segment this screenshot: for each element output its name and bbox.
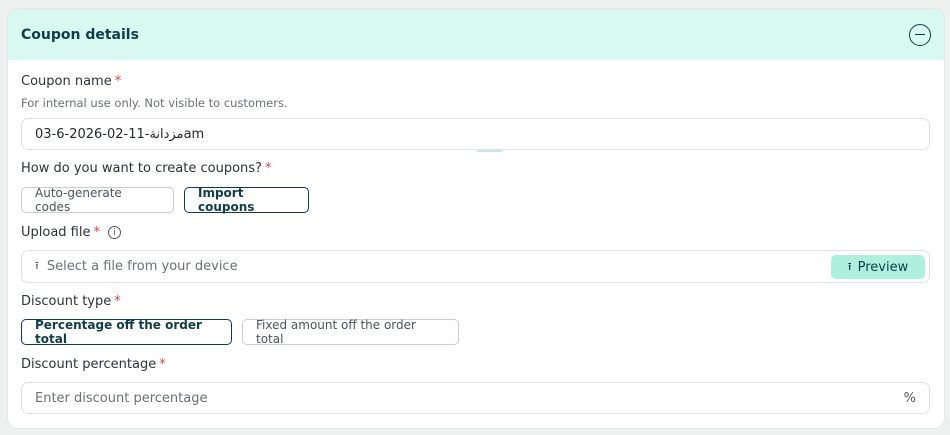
card-header: Coupon details: [8, 9, 944, 60]
required-mark: *: [264, 161, 272, 176]
auto-generate-codes-option[interactable]: Auto-generate codes: [21, 186, 174, 214]
discount-percentage-label: Discount percentage *: [21, 357, 166, 372]
required-mark: *: [114, 74, 122, 89]
preview-button[interactable]: ⭱ Preview: [831, 255, 925, 279]
collapse-icon[interactable]: [909, 23, 931, 46]
discount-type-label: Discount type *: [21, 294, 121, 309]
percent-suffix: %: [903, 390, 916, 406]
create-method-label: How do you want to create coupons? *: [21, 161, 271, 176]
coupon-name-label-text: Coupon name: [21, 74, 112, 89]
required-mark: *: [159, 357, 166, 372]
create-method-label-text: How do you want to create coupons?: [21, 161, 262, 176]
fixed-amount-off-option[interactable]: Fixed amount off the order total: [242, 318, 459, 346]
required-mark: *: [114, 294, 121, 309]
coupon-name-input[interactable]: 03-6-2026-02-11-مزدانةam: [21, 118, 930, 152]
upload-file-field[interactable]: ⭱ Select a file from your device ⭱ Previ…: [21, 250, 930, 283]
discount-percentage-label-text: Discount percentage: [21, 357, 157, 372]
required-mark: *: [93, 225, 100, 240]
input-focus-mark: [477, 150, 502, 152]
upload-file-label-text: Upload file: [21, 225, 91, 240]
upload-file-label: Upload file * i: [21, 225, 121, 240]
discount-percentage-placeholder: Enter discount percentage: [35, 390, 208, 406]
coupon-name-hint: For internal use only. Not visible to cu…: [21, 96, 288, 110]
upload-placeholder: Select a file from your device: [46, 259, 238, 274]
preview-label: Preview: [857, 259, 909, 275]
upload-icon: ⭱: [35, 259, 39, 272]
coupon-name-label: Coupon name *: [21, 74, 121, 89]
info-icon[interactable]: i: [107, 226, 121, 239]
coupon-details-card: Coupon details Coupon name * For internal…: [8, 9, 944, 428]
coupon-name-value: 03-6-2026-02-11-مزدانةam: [35, 126, 205, 142]
upload-icon: ⭱: [847, 259, 852, 273]
import-coupons-option[interactable]: Import coupons: [184, 186, 309, 214]
percentage-off-option[interactable]: Percentage off the order total: [21, 318, 232, 346]
discount-percentage-input[interactable]: Enter discount percentage %: [21, 382, 930, 414]
discount-type-label-text: Discount type: [21, 294, 112, 309]
card-title: Coupon details: [21, 26, 139, 43]
